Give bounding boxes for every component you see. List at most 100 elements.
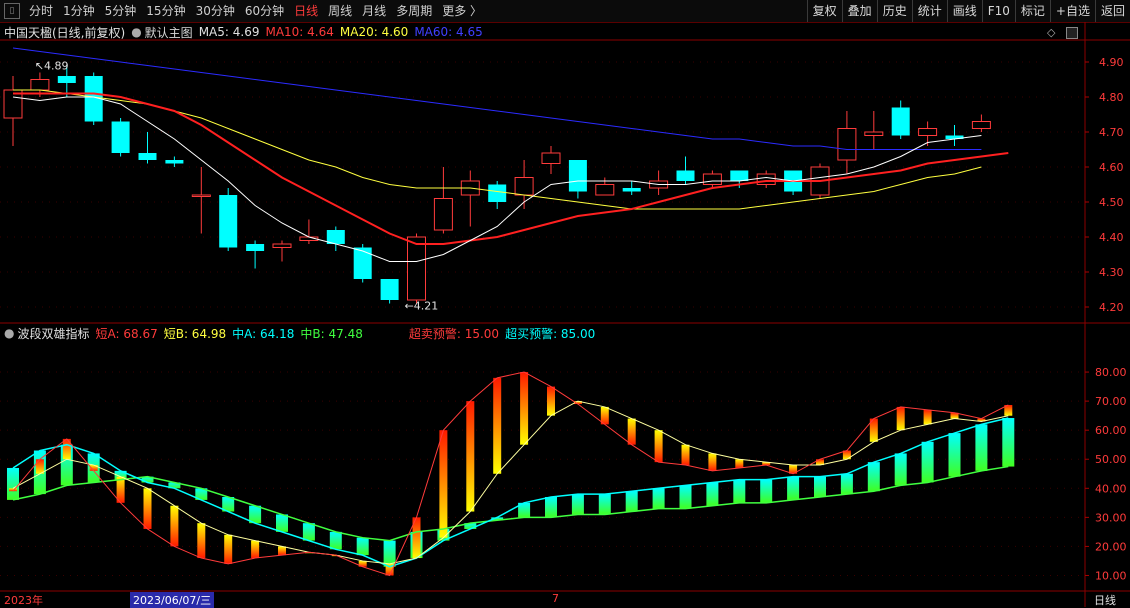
tool-button-2[interactable]: 历史 [876,0,912,22]
mid-band-bar [787,476,800,500]
mid-band-bar [329,531,342,550]
midA-line [12,417,1009,568]
month-label: 7 [552,592,559,605]
tool-button-0[interactable]: 复权 [806,0,842,22]
candle-body [649,180,669,189]
template-name[interactable]: 默认主图 [145,24,193,41]
ma60-value: MA60: 4.65 [414,25,483,39]
candle-body [326,230,345,244]
short-band-bar [1004,404,1013,416]
indicator-tick-label: 10.00 [1095,569,1127,582]
shortB-line [12,400,1009,565]
tool-button-1[interactable]: 叠加 [841,0,877,22]
tool-button-8[interactable]: 返回 [1094,0,1130,22]
period-tab-6[interactable]: 日线 [289,0,323,22]
mid-band-bar [464,523,477,529]
shortA-value: 短A: 68.67 [95,326,158,341]
tool-button-4[interactable]: 画线 [946,0,982,22]
candle-body [864,131,884,136]
year-label: 2023年 [4,594,43,607]
candle-body [84,76,103,122]
period-tab-9[interactable]: 多周期 [391,0,437,22]
template-dropdown-icon[interactable]: ● [131,25,141,39]
period-label: 日线 [1094,594,1116,607]
mid-band-bar [1002,418,1015,467]
candle-body [219,195,238,248]
candle-body [756,173,776,185]
price-tick-label: 4.50 [1099,196,1124,209]
mid-band-bar [518,502,531,518]
short-band-bar [9,488,17,492]
ma5-line [12,96,982,262]
mid-band-bar [652,488,665,509]
candle-body [784,170,803,192]
candle-body [111,121,130,153]
period-toolbar: ▯ 分时 1分钟 5分钟 15分钟 30分钟 60分钟 日线 周线 月线 多周期 更多 〉 复权 叠加… [0,0,1130,23]
mid-band-bar [410,531,423,559]
period-tab-3[interactable]: 15分钟 [141,0,190,22]
mid-band-bar [222,497,235,512]
period-tab-8[interactable]: 月线 [357,0,391,22]
mid-band-bar [437,528,450,541]
candle-body [191,194,211,197]
short-band-bar [923,409,932,425]
price-tick-label: 4.90 [1099,56,1124,69]
candle-body [299,236,319,241]
price-tick-label: 4.70 [1099,126,1124,139]
stock-title: 中国天楹(日线,前复权) [4,25,126,40]
candle-body [622,188,641,192]
short-band-bar [708,453,717,471]
period-tab-4[interactable]: 30分钟 [191,0,240,22]
period-tab-1[interactable]: 1分钟 [58,0,100,22]
indicator-title[interactable]: 波段双雄指标 [17,325,89,342]
period-tab-0[interactable]: 分时 [24,0,58,22]
mid-band-bar [679,485,692,509]
candle-body [138,153,157,160]
short-band-bar [735,459,744,468]
price-annotation: ←4.21 [405,300,439,313]
short-band-bar [600,406,609,425]
window-restore-icon[interactable]: ▯ [4,3,20,19]
candle-body [514,177,534,196]
candle-body [945,135,964,139]
mid-band-bar [141,476,154,483]
period-tab-10[interactable]: 更多 〉 [437,0,487,22]
overbuy-value: 超买预警: 85.00 [505,326,596,341]
indicator-dropdown-icon[interactable]: ● [4,326,14,340]
mid-band-bar [814,476,826,498]
candle-body [57,76,76,83]
candle-body [165,160,184,164]
period-tab-7[interactable]: 周线 [323,0,357,22]
mid-band-bar [276,514,288,532]
mid-band-bar [545,497,557,518]
period-tab-5[interactable]: 60分钟 [240,0,289,22]
short-band-bar [896,406,905,431]
candle-body [3,89,23,119]
short-band-bar [224,534,233,564]
price-tick-label: 4.20 [1099,301,1124,314]
tool-button-6[interactable]: 标记 [1014,0,1050,22]
short-band-bar [331,555,340,557]
candle-body [272,243,292,248]
short-band-bar [170,505,179,547]
mid-band-bar [625,491,638,512]
short-band-bar [681,444,690,466]
panel-toggle-icon[interactable] [1066,27,1078,39]
tool-button-5[interactable]: F10 [981,0,1015,22]
short-band-bar [493,377,502,474]
ma10-value: MA10: 4.64 [265,25,334,39]
mid-band-bar [114,470,127,480]
mid-band-bar [33,450,46,495]
candle-body [380,279,399,300]
candle-body [971,121,991,129]
mid-band-bar [760,479,773,503]
candle-body [433,198,453,231]
diamond-icon[interactable]: ◇ [1047,26,1055,39]
cursor-date: 2023/06/07/三 [130,592,215,608]
tool-button-7[interactable]: +自选 [1049,0,1095,22]
short-band-bar [62,438,71,460]
candle-body [810,166,830,196]
period-tab-2[interactable]: 5分钟 [100,0,142,22]
tool-button-3[interactable]: 统计 [911,0,947,22]
short-band-bar [251,540,260,559]
